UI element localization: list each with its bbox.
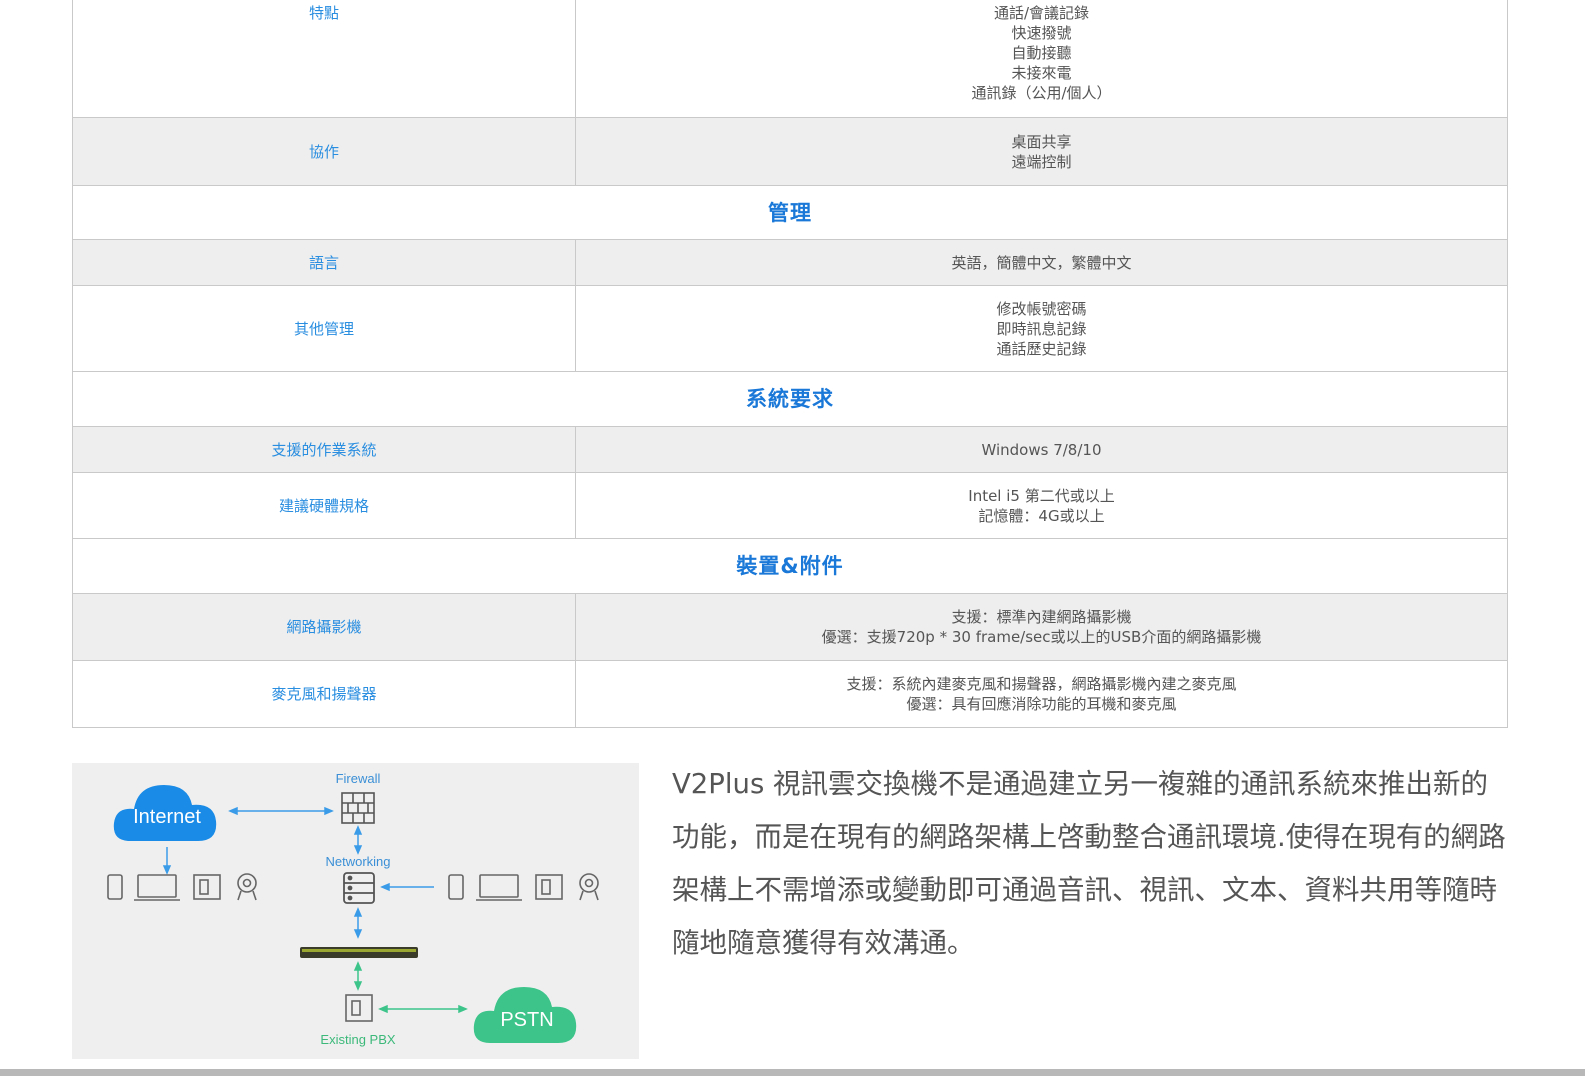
spec-label: 支援的作業系統 xyxy=(72,426,576,473)
spec-value-line: 優選：支援720p * 30 frame/sec或以上的USB介面的網路攝影機 xyxy=(821,628,1262,646)
internet-label: Internet xyxy=(133,806,201,828)
arrow-pbx-pstn-icon xyxy=(378,1004,468,1014)
pbx-phone-icon xyxy=(345,994,373,1022)
spec-label: 建議硬體規格 xyxy=(72,472,576,539)
spec-value-line: 支援：標準內建網路攝影機 xyxy=(951,608,1132,626)
section-header-row: 管理 xyxy=(72,185,1508,240)
spec-label: 語言 xyxy=(72,239,576,286)
spec-value-cell: Intel i5 第二代或以上 記憶體：4G或以上 xyxy=(575,472,1508,539)
right-devices-icon xyxy=(448,873,599,901)
spec-value-cell: 桌面共享 遠端控制 xyxy=(575,117,1508,186)
arrow-appliance-pbx-icon xyxy=(353,961,363,991)
spec-row: 特點 通話/會議記錄 快速撥號 自動接聽 未接來電 通訊錄（公用/個人） xyxy=(72,0,1508,118)
spec-row: 其他管理 修改帳號密碼 即時訊息記錄 通話歷史記錄 xyxy=(72,285,1508,372)
spec-row: 語言 英語，簡體中文，繁體中文 xyxy=(72,239,1508,286)
spec-value-cell: 支援：系統內建麥克風和揚聲器，網路攝影機內建之麥克風 優選：具有回應消除功能的耳機… xyxy=(575,660,1508,728)
spec-row: 麥克風和揚聲器 支援：系統內建麥克風和揚聲器，網路攝影機內建之麥克風 優選：具有回應… xyxy=(72,660,1508,728)
spec-value-line: 快速撥號 xyxy=(1011,24,1072,42)
spec-value-line: 自動接聽 xyxy=(1011,44,1072,62)
spec-row: 網路攝影機 支援：標準內建網路攝影機 優選：支援720p * 30 frame/se… xyxy=(72,593,1508,661)
appliance-icon xyxy=(300,947,418,958)
spec-value-line: 英語，簡體中文，繁體中文 xyxy=(951,253,1132,272)
spec-value-line: 優選：具有回應消除功能的耳機和麥克風 xyxy=(906,695,1177,713)
network-diagram: Internet Firewall Networking Existing PB… xyxy=(72,763,639,1059)
spec-row: 建議硬體規格 Intel i5 第二代或以上 記憶體：4G或以上 xyxy=(72,472,1508,539)
spec-value-line: 記憶體：4G或以上 xyxy=(978,506,1105,525)
spec-value-line: 遠端控制 xyxy=(1011,152,1072,171)
spec-value-line: 通訊錄（公用/個人） xyxy=(971,84,1112,102)
arrow-networking-devices-icon xyxy=(380,882,434,892)
section-header-row: 系統要求 xyxy=(72,371,1508,427)
section-header-row: 裝置&附件 xyxy=(72,538,1508,594)
arrow-networking-appliance-icon xyxy=(353,907,363,939)
spec-row: 支援的作業系統 Windows 7/8/10 xyxy=(72,426,1508,473)
pstn-label: PSTN xyxy=(500,1009,553,1031)
spec-label: 協作 xyxy=(72,117,576,186)
arrow-firewall-networking-icon xyxy=(353,825,363,855)
section-title: 管理 xyxy=(72,185,1508,240)
spec-value-cell: 英語，簡體中文，繁體中文 xyxy=(575,239,1508,286)
spec-value-line: Intel i5 第二代或以上 xyxy=(968,486,1115,505)
spec-label: 其他管理 xyxy=(72,285,576,372)
product-description: V2Plus 視訊雲交換機不是通過建立另一複雜的通訊系統來推出新的功能，而是在現… xyxy=(672,768,1506,959)
spec-value-line: 桌面共享 xyxy=(1011,132,1072,151)
spec-value-line: Windows 7/8/10 xyxy=(981,440,1102,459)
spec-table-body: 特點 通話/會議記錄 快速撥號 自動接聽 未接來電 通訊錄（公用/個人） 協作 桌面共享 遠端控… xyxy=(72,0,1508,728)
spec-value-cell: Windows 7/8/10 xyxy=(575,426,1508,473)
spec-value-cell: 支援：標準內建網路攝影機優選：支援720p * 30 frame/sec或以上的… xyxy=(575,593,1508,661)
spec-value-line: 未接來電 xyxy=(1011,64,1072,82)
existing-pbx-label: Existing PBX xyxy=(320,1032,395,1047)
section-title: 系統要求 xyxy=(72,371,1508,427)
spec-value-line: 通話歷史記錄 xyxy=(996,339,1087,358)
spec-value-cell: 通話/會議記錄 快速撥號自動接聽未接來電通訊錄（公用/個人） xyxy=(575,0,1508,118)
spec-table: 特點 通話/會議記錄 快速撥號 自動接聽 未接來電 通訊錄（公用/個人） 協作 桌面共享 遠端控… xyxy=(72,0,1508,728)
arrow-internet-devices-icon xyxy=(162,847,172,875)
firewall-icon xyxy=(341,792,375,824)
arrow-internet-firewall-icon xyxy=(228,806,334,816)
server-icon xyxy=(343,872,375,904)
left-devices-icon xyxy=(107,873,257,901)
firewall-label: Firewall xyxy=(336,771,381,786)
spec-value-line: 修改帳號密碼 xyxy=(996,299,1087,318)
spec-value-line: 即時訊息記錄 xyxy=(996,319,1087,338)
spec-label: 網路攝影機 xyxy=(72,593,576,661)
spec-row: 協作 桌面共享 遠端控制 xyxy=(72,117,1508,186)
networking-label: Networking xyxy=(325,854,390,869)
spec-label: 麥克風和揚聲器 xyxy=(72,660,576,728)
spec-value-cell: 修改帳號密碼 即時訊息記錄 通話歷史記錄 xyxy=(575,285,1508,372)
spec-value-line: 支援：系統內建麥克風和揚聲器，網路攝影機內建之麥克風 xyxy=(846,675,1237,693)
spec-value-line: 通話/會議記錄 xyxy=(993,4,1090,22)
bottom-bar xyxy=(0,1069,1585,1076)
spec-label: 特點 xyxy=(72,0,576,118)
section-title: 裝置&附件 xyxy=(72,538,1508,594)
network-diagram-svg: Internet Firewall Networking Existing PB… xyxy=(107,771,599,1047)
